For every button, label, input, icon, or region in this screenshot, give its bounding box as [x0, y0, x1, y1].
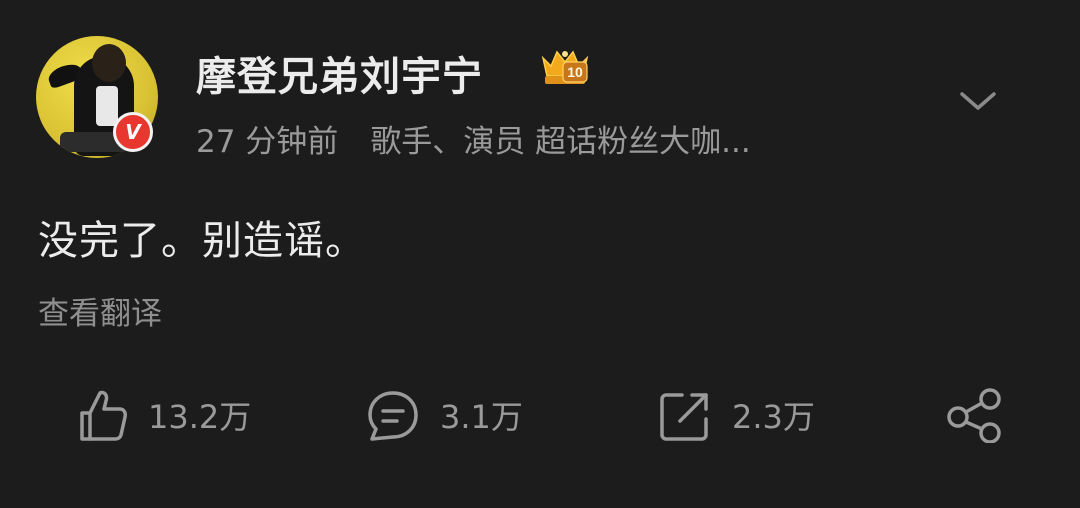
post-meta: 27 分钟前 歌手、演员 超话粉丝大咖...	[196, 116, 751, 161]
like-button[interactable]: 13.2万	[76, 380, 251, 450]
post-time: 27 分钟前	[196, 124, 339, 160]
repost-count: 2.3万	[732, 398, 815, 436]
badge-level-text: 10	[567, 64, 583, 80]
verified-badge-icon: V	[113, 112, 153, 152]
comment-count: 3.1万	[440, 398, 523, 436]
share-icon	[947, 388, 1001, 443]
action-bar: 13.2万 3.1万 2.3万	[0, 380, 1080, 450]
thumbs-up-icon	[80, 390, 127, 441]
repost-button[interactable]: 2.3万	[658, 380, 815, 450]
username[interactable]: 摩登兄弟刘宇宁	[196, 44, 483, 102]
repost-icon	[660, 393, 708, 441]
like-count: 13.2万	[148, 398, 252, 436]
post-content: 没完了。别造谣。	[38, 218, 366, 264]
view-translation-link[interactable]: 查看翻译	[38, 288, 162, 333]
avatar-head	[92, 44, 126, 82]
fan-level-crown-badge[interactable]: 10	[537, 44, 593, 88]
share-button[interactable]	[944, 380, 1004, 450]
weibo-post-card: V 摩登兄弟刘宇宁 10 27 分钟前 歌手、演员 超话粉丝大咖... 没完了。别…	[0, 0, 1080, 508]
comment-bubble-icon	[368, 391, 418, 441]
user-description[interactable]: 歌手、演员 超话粉丝大咖...	[370, 124, 750, 160]
comment-button[interactable]: 3.1万	[366, 380, 523, 450]
avatar-shirt	[96, 86, 118, 126]
chevron-down-icon[interactable]	[958, 86, 998, 116]
